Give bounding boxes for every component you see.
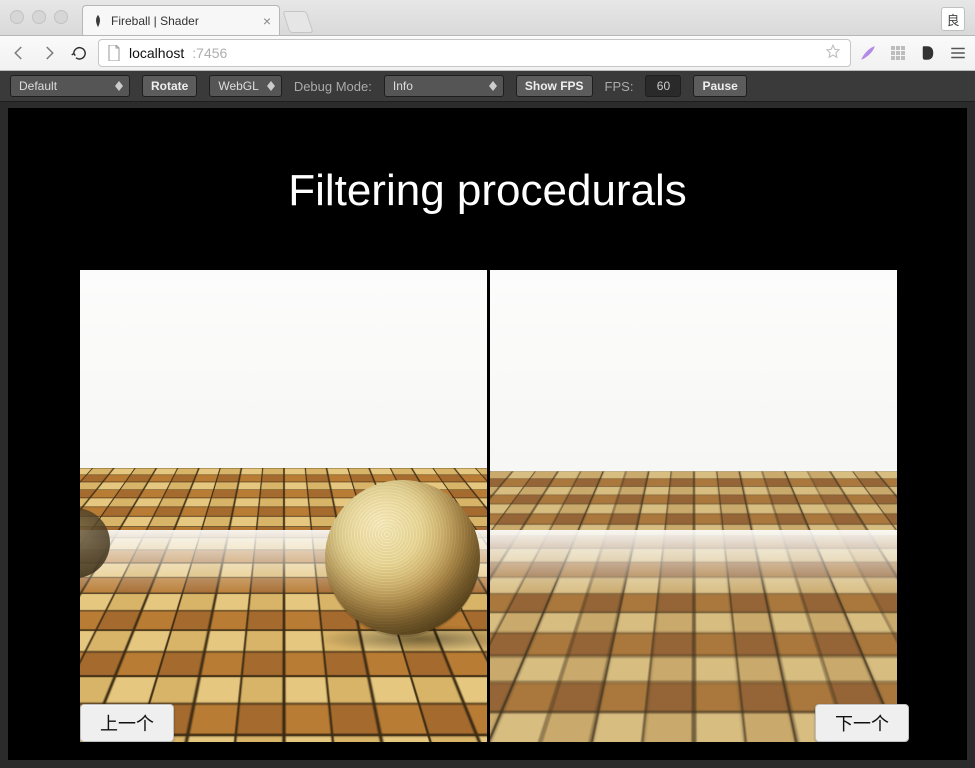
render-stage: Filtering procedurals: [8, 108, 967, 760]
browser-tab[interactable]: Fireball | Shader ×: [82, 5, 280, 35]
url-port: :7456: [192, 45, 227, 61]
rotate-button[interactable]: Rotate: [142, 75, 197, 97]
address-bar[interactable]: localhost :7456: [98, 39, 851, 67]
stage-title: Filtering procedurals: [8, 166, 967, 216]
reload-icon: [71, 45, 88, 62]
app-toolbar: Default Rotate WebGL Debug Mode: Info: [0, 71, 975, 102]
sphere: [325, 480, 480, 635]
select-caret-icon: [115, 81, 123, 91]
forward-arrow-icon: [40, 44, 58, 62]
back-arrow-icon: [10, 44, 28, 62]
url-host: localhost: [129, 45, 184, 61]
back-button[interactable]: [8, 42, 30, 64]
stage-wrap: Filtering procedurals: [0, 102, 975, 768]
tab-close-icon[interactable]: ×: [263, 14, 271, 28]
select-caret-icon: [489, 81, 497, 91]
new-tab-button[interactable]: [282, 11, 313, 33]
fps-value: 60: [645, 75, 681, 97]
traffic-zoom[interactable]: [54, 10, 68, 24]
profile-avatar-glyph: 良: [946, 10, 959, 29]
browser-toolbar: localhost :7456: [0, 36, 975, 71]
bookmark-star-icon[interactable]: [824, 43, 842, 64]
traffic-minimize[interactable]: [32, 10, 46, 24]
profile-avatar-button[interactable]: 良: [941, 7, 965, 31]
next-button[interactable]: 下一个: [815, 704, 909, 742]
hamburger-menu-icon[interactable]: [949, 44, 967, 62]
feather-icon[interactable]: [859, 44, 877, 62]
renderer-select-value: WebGL: [218, 79, 258, 93]
fps-label: FPS:: [605, 79, 634, 94]
renderer-select[interactable]: WebGL: [209, 75, 281, 97]
browser-tabstrip: Fireball | Shader × 良: [0, 0, 975, 36]
tab-favicon: [91, 14, 105, 28]
forward-button[interactable]: [38, 42, 60, 64]
panel-left: [80, 270, 487, 742]
preset-select[interactable]: Default: [10, 75, 130, 97]
preset-select-value: Default: [19, 79, 57, 93]
panel-right: [490, 270, 897, 742]
window-traffic-lights: [10, 10, 68, 24]
extension-icons: [859, 44, 967, 62]
select-caret-icon: [267, 81, 275, 91]
tab-title: Fireball | Shader: [111, 14, 199, 28]
pause-button[interactable]: Pause: [693, 75, 746, 97]
show-fps-button[interactable]: Show FPS: [516, 75, 593, 97]
prev-button[interactable]: 上一个: [80, 704, 174, 742]
app-root: Default Rotate WebGL Debug Mode: Info: [0, 71, 975, 768]
debug-mode-select[interactable]: Info: [384, 75, 504, 97]
page-icon: [107, 45, 121, 61]
traffic-close[interactable]: [10, 10, 24, 24]
grid-icon[interactable]: [889, 44, 907, 62]
evernote-icon[interactable]: [919, 44, 937, 62]
compare-panels: [80, 270, 897, 742]
debug-mode-select-value: Info: [393, 79, 413, 93]
debug-mode-label: Debug Mode:: [294, 79, 372, 94]
reload-button[interactable]: [68, 42, 90, 64]
